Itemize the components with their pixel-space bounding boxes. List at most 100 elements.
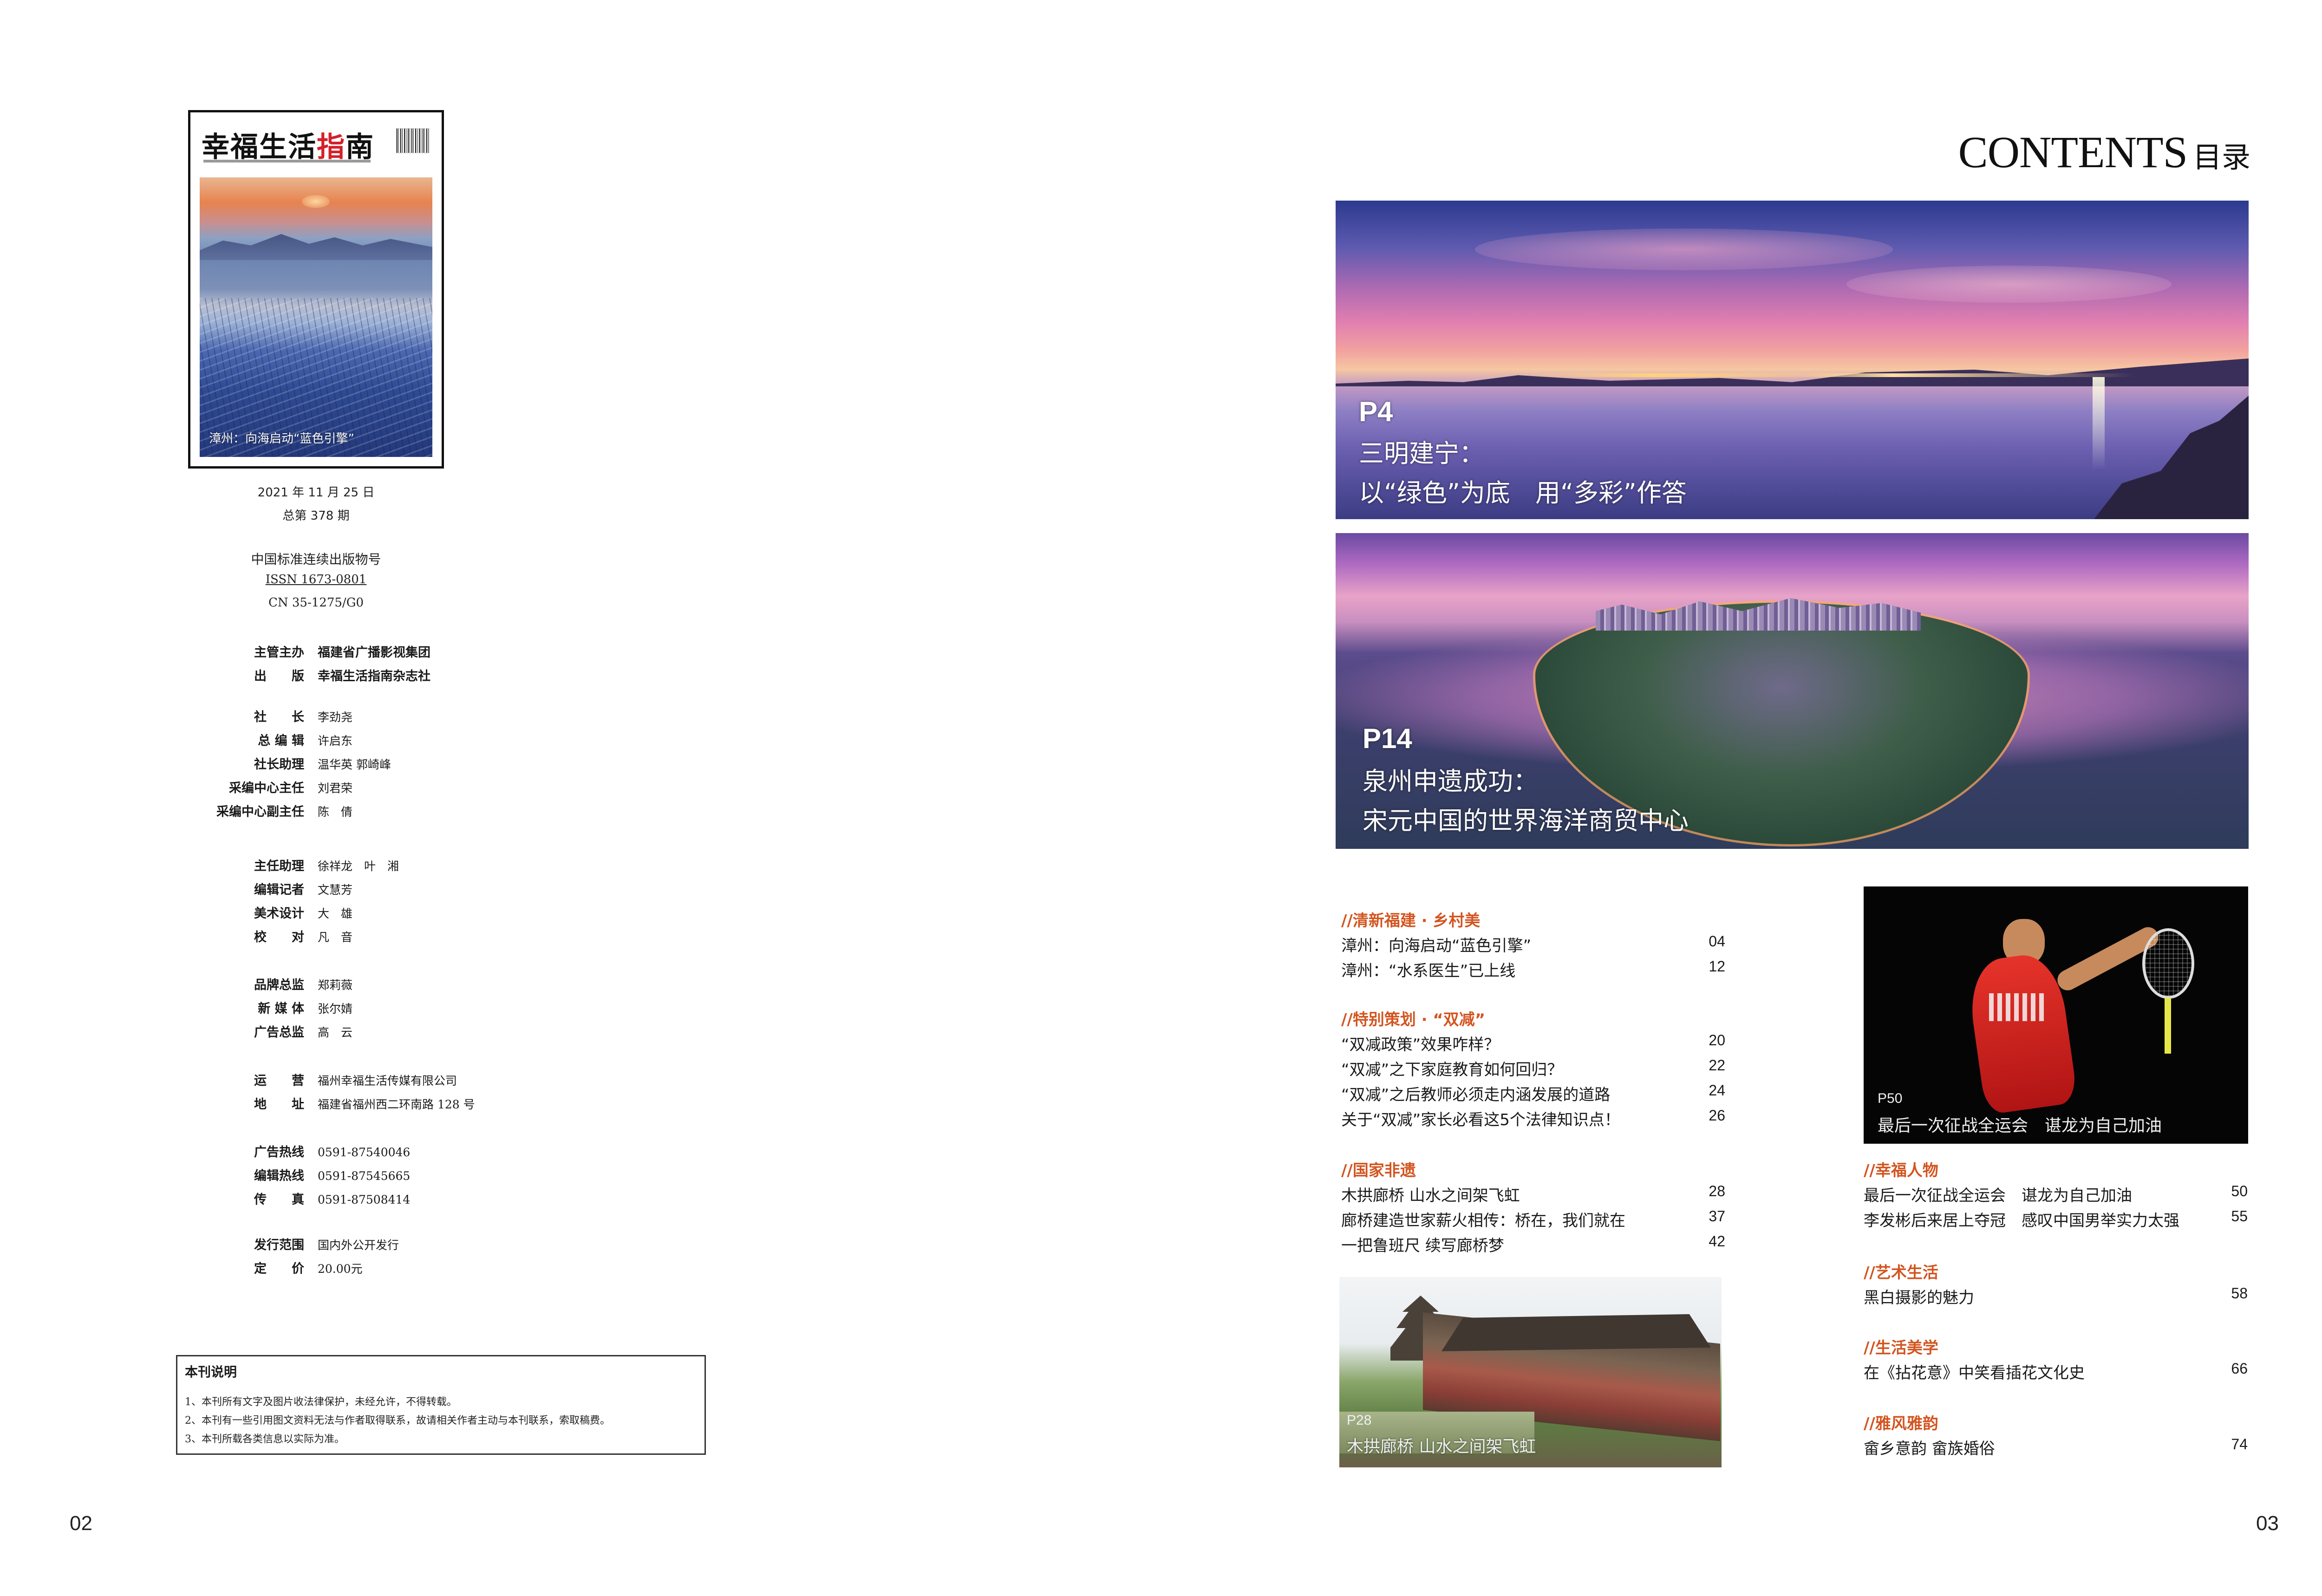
colophon-value: 凡 音 bbox=[318, 931, 353, 944]
colophon-label: 地 址 bbox=[254, 1097, 304, 1112]
issue-date: 2021 年 11 月 25 日 bbox=[257, 486, 375, 500]
colophon-label: 采编中心副主任 bbox=[216, 805, 304, 819]
toc-page-number[interactable]: 58 bbox=[2201, 1285, 2248, 1302]
section-heading: //特别策划 · “双减” bbox=[1341, 1010, 1486, 1029]
contents-title-cn: 目录 bbox=[2192, 140, 2250, 174]
toc-page-number[interactable]: 55 bbox=[2201, 1208, 2248, 1225]
section-heading: //艺术生活 bbox=[1864, 1264, 1938, 1282]
colophon-value: 温华英 郭崎峰 bbox=[318, 758, 391, 771]
colophon-label: 美术设计 bbox=[254, 906, 304, 921]
toc-page-number[interactable]: 50 bbox=[2201, 1183, 2248, 1200]
colophon-value: 刘君荣 bbox=[318, 782, 353, 795]
toc-entry[interactable]: 最后一次征战全运会 谌龙为自己加油 bbox=[1864, 1183, 2132, 1205]
section-heading: //清新福建 · 乡村美 bbox=[1341, 912, 1481, 930]
feature-page-p14: P14 bbox=[1363, 723, 1412, 754]
light-reflection bbox=[2093, 377, 2105, 470]
colophon-label: 主任助理 bbox=[254, 859, 304, 873]
colophon-value: 高 云 bbox=[318, 1026, 353, 1039]
cover-mountains bbox=[200, 234, 432, 260]
contents-title-en: CONTENTS bbox=[1958, 127, 2188, 177]
toc-entry[interactable]: “双减政策”效果咋样？ bbox=[1341, 1032, 1500, 1055]
toc-entry[interactable]: “双减”之下家庭教育如何回归？ bbox=[1341, 1057, 1563, 1080]
toc-entry[interactable]: 在《拈花意》中笑看插花文化史 bbox=[1864, 1360, 2085, 1383]
colophon-value: 0591-87540046 bbox=[318, 1146, 411, 1159]
notice-line: 1、本刊所有文字及图片收法律保护，未经允许，不得转载。 bbox=[185, 1396, 457, 1408]
colophon-label: 编辑热线 bbox=[254, 1169, 304, 1183]
colophon-value: 福州幸福生活传媒有限公司 bbox=[318, 1074, 457, 1088]
colophon-value: 许启东 bbox=[318, 734, 353, 748]
section-heading: //国家非遗 bbox=[1341, 1161, 1416, 1180]
colophon-label: 校 对 bbox=[254, 930, 304, 945]
sky-cloud bbox=[1475, 228, 1893, 270]
colophon-label: 定 价 bbox=[254, 1262, 304, 1276]
cover-small-print bbox=[203, 160, 371, 163]
racket-icon bbox=[2142, 928, 2194, 999]
colophon-label: 传 真 bbox=[254, 1192, 304, 1207]
toc-page-number[interactable]: 42 bbox=[1679, 1233, 1725, 1250]
colophon-label: 发行范围 bbox=[254, 1238, 304, 1252]
colophon-value: 0591-87545665 bbox=[318, 1169, 411, 1183]
toc-entry[interactable]: 漳州：“水系医生”已上线 bbox=[1341, 958, 1515, 981]
cover-caption: 漳州：向海启动“蓝色引擎” bbox=[209, 432, 354, 446]
colophon-label: 广告总监 bbox=[254, 1025, 304, 1040]
toc-entry[interactable]: 畲乡意韵 畲族婚俗 bbox=[1864, 1436, 1995, 1459]
photo-page-p28: P28 bbox=[1347, 1413, 1372, 1428]
shore-rocks bbox=[2093, 396, 2249, 519]
photo-page-p50: P50 bbox=[1878, 1091, 1903, 1106]
racket-handle bbox=[2165, 998, 2171, 1054]
colophon-value: 0591-87508414 bbox=[318, 1193, 411, 1206]
colophon-label: 社 长 bbox=[254, 710, 304, 724]
toc-entry[interactable]: 一把鲁班尺 续写廊桥梦 bbox=[1341, 1233, 1504, 1256]
colophon-value: 徐祥龙 叶 湘 bbox=[318, 860, 399, 873]
photo-caption: 木拱廊桥 山水之间架飞虹 bbox=[1347, 1437, 1536, 1456]
colophon-value: 郑莉薇 bbox=[318, 978, 353, 992]
sky-cloud bbox=[1846, 266, 2172, 303]
contents-title: CONTENTS 目录 bbox=[1958, 126, 2250, 178]
cover-masthead: 幸福生活指南 bbox=[202, 131, 374, 163]
toc-page-number[interactable]: 66 bbox=[2201, 1360, 2248, 1377]
section-heading: //幸福人物 bbox=[1864, 1161, 1938, 1180]
feature-photo-p4[interactable]: P4 三明建宁： 以“绿色”为底 用“多彩”作答 bbox=[1336, 201, 2249, 519]
toc-entry[interactable]: 关于“双减”家长必看这5个法律知识点！ bbox=[1341, 1107, 1620, 1130]
toc-page-number[interactable]: 37 bbox=[1679, 1208, 1725, 1225]
toc-page-number[interactable]: 26 bbox=[1679, 1107, 1725, 1124]
feature-title-line1: 三明建宁： bbox=[1359, 439, 1484, 468]
colophon-label: 主管主办 bbox=[254, 645, 304, 660]
cover-sunset bbox=[302, 195, 330, 208]
toc-page-number[interactable]: 24 bbox=[1679, 1082, 1725, 1099]
toc-entry[interactable]: 李发彬后来居上夺冠 感叹中国男举实力太强 bbox=[1864, 1208, 2179, 1231]
colophon-value: 福建省广播影视集团 bbox=[318, 645, 430, 660]
colophon-value: 李劲尧 bbox=[318, 710, 353, 724]
feature-photo-p14[interactable]: P14 泉州申遗成功： 宋元中国的世界海洋商贸中心 bbox=[1336, 533, 2249, 849]
toc-entry[interactable]: 漳州：向海启动“蓝色引擎” bbox=[1341, 933, 1531, 956]
colophon-label: 社长助理 bbox=[254, 757, 304, 772]
toc-entry[interactable]: 黑白摄影的魅力 bbox=[1864, 1285, 1974, 1308]
colophon-label: 新 媒 体 bbox=[258, 1002, 304, 1016]
toc-entry[interactable]: 廊桥建造世家薪火相传：桥在，我们就在 bbox=[1341, 1208, 1625, 1231]
photo-covered-bridge[interactable]: P28 木拱廊桥 山水之间架飞虹 bbox=[1339, 1277, 1722, 1467]
toc-page-number[interactable]: 20 bbox=[1679, 1032, 1725, 1049]
magazine-cover: 幸福生活指南 漳州：向海启动“蓝色引擎” bbox=[188, 110, 444, 469]
photo-badminton[interactable]: P50 最后一次征战全运会 谌龙为自己加油 bbox=[1864, 886, 2248, 1144]
jersey-lettering bbox=[1989, 993, 2045, 1021]
photo-caption: 最后一次征战全运会 谌龙为自己加油 bbox=[1878, 1116, 2162, 1135]
toc-page-number[interactable]: 28 bbox=[1679, 1183, 1725, 1200]
shore-lights bbox=[1531, 373, 2134, 377]
notice-line: 3、本刊所载各类信息以实际为准。 bbox=[185, 1433, 345, 1445]
cn-number: CN 35-1275/G0 bbox=[268, 596, 364, 610]
toc-page-number[interactable]: 22 bbox=[1679, 1057, 1725, 1074]
colophon-value: 大 雄 bbox=[318, 907, 353, 920]
colophon-label: 运 营 bbox=[254, 1074, 304, 1088]
toc-page-number[interactable]: 74 bbox=[2201, 1436, 2248, 1453]
colophon-value: 福建省福州西二环南路 128 号 bbox=[318, 1098, 475, 1111]
feature-title-line1: 泉州申遗成功： bbox=[1363, 767, 1538, 796]
toc-page-number[interactable]: 04 bbox=[1679, 933, 1725, 950]
toc-page-number[interactable]: 12 bbox=[1679, 958, 1725, 975]
toc-entry[interactable]: 木拱廊桥 山水之间架飞虹 bbox=[1341, 1183, 1520, 1205]
section-heading: //生活美学 bbox=[1864, 1339, 1938, 1357]
colophon-value: 陈 倩 bbox=[318, 805, 353, 819]
toc-entry[interactable]: “双减”之后教师必须走内涵发展的道路 bbox=[1341, 1082, 1610, 1105]
notice-line: 2、本刊有一些引用图文资料无法与作者取得联系，故请相关作者主动与本刊联系，索取稿… bbox=[185, 1415, 611, 1427]
colophon-label: 品牌总监 bbox=[254, 978, 304, 992]
issn-number: ISSN 1673-0801 bbox=[265, 573, 367, 586]
